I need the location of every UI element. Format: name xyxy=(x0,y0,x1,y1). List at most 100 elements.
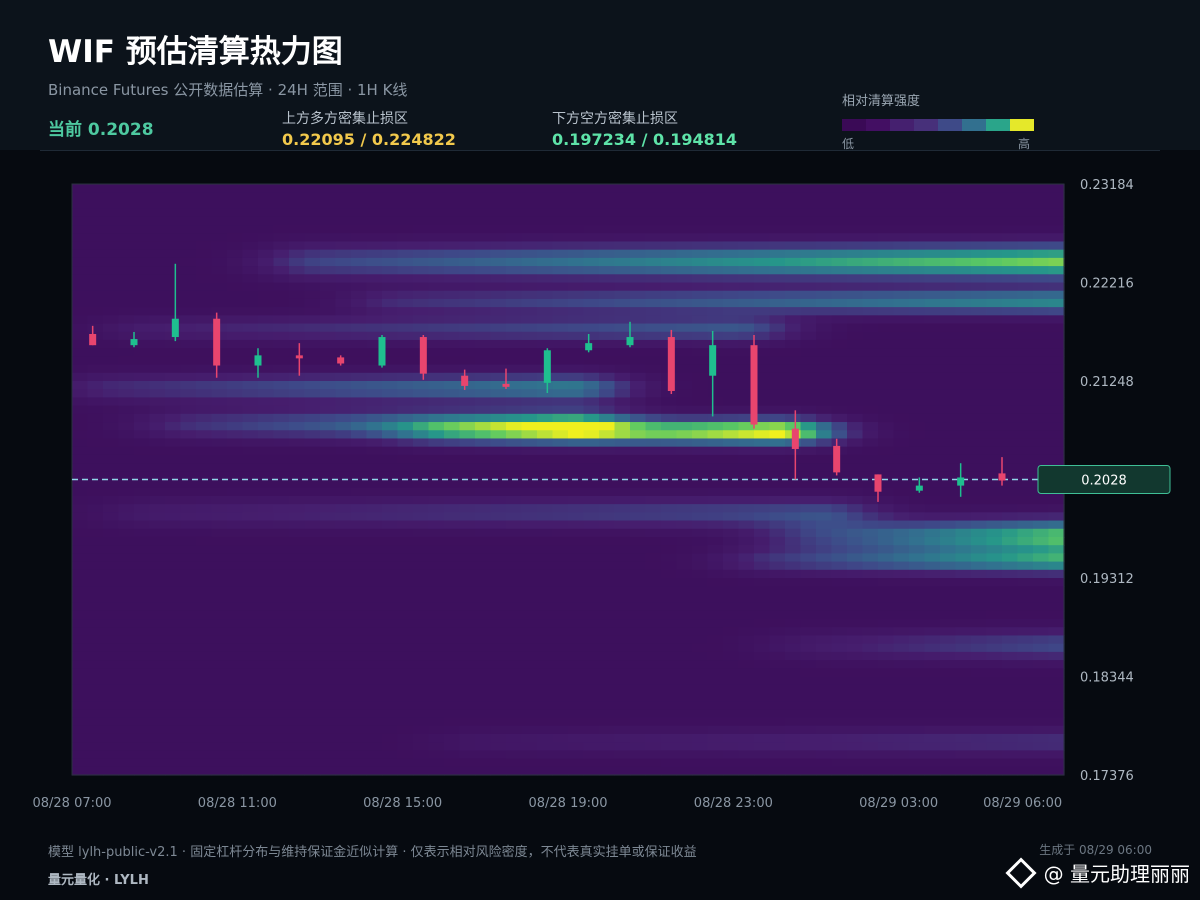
heatmap-cell xyxy=(676,758,693,768)
heatmap-cell xyxy=(413,627,430,637)
heatmap-cell xyxy=(676,643,693,653)
heatmap-cell xyxy=(180,504,197,513)
heatmap-cell xyxy=(831,684,848,694)
heatmap-cell xyxy=(475,225,492,234)
heatmap-cell xyxy=(366,684,383,694)
heatmap-cell xyxy=(196,282,213,292)
heatmap-cell xyxy=(831,389,848,399)
heatmap-cell xyxy=(1048,660,1065,669)
heatmap-cell xyxy=(924,660,941,669)
heatmap-cell xyxy=(661,512,678,522)
heatmap-cell xyxy=(785,298,802,308)
heatmap-cell xyxy=(490,372,507,382)
heatmap-cell xyxy=(738,594,755,604)
heatmap-cell xyxy=(382,676,399,686)
heatmap-cell xyxy=(599,200,616,210)
heatmap-cell xyxy=(320,561,337,571)
heatmap-cell xyxy=(72,381,89,390)
heatmap-cell xyxy=(924,553,941,563)
heatmap-cell xyxy=(382,290,399,300)
heatmap-cell xyxy=(351,257,368,267)
heatmap-cell xyxy=(1002,536,1019,546)
heatmap-cell xyxy=(227,487,244,497)
heatmap-cell xyxy=(242,569,259,579)
heatmap-cell xyxy=(568,463,585,472)
heatmap-cell xyxy=(568,668,585,678)
heatmap-cell xyxy=(289,339,306,349)
heatmap-cell xyxy=(707,241,724,251)
heatmap-cell xyxy=(242,389,259,399)
heatmap-cell xyxy=(165,471,182,481)
heatmap-cell xyxy=(676,208,693,218)
heatmap-cell xyxy=(1002,331,1019,341)
heatmap-cell xyxy=(1002,372,1019,382)
heatmap-cell xyxy=(289,438,306,448)
heatmap-cell xyxy=(475,216,492,226)
heatmap-cell xyxy=(242,274,259,284)
heatmap-cell xyxy=(1017,578,1034,587)
heatmap-cell xyxy=(242,750,259,760)
heatmap-cell xyxy=(831,331,848,341)
heatmap-cell xyxy=(506,422,523,431)
heatmap-cell xyxy=(568,331,585,341)
heatmap-cell xyxy=(258,766,275,776)
heatmap-cell xyxy=(738,192,755,202)
heatmap-cell xyxy=(103,536,120,546)
heatmap-cell xyxy=(165,364,182,374)
heatmap-cell xyxy=(149,643,166,653)
heatmap-cell xyxy=(72,528,89,538)
heatmap-cell xyxy=(180,184,197,193)
heatmap-cell xyxy=(273,225,290,234)
heatmap-cell xyxy=(723,422,740,431)
heatmap-cell xyxy=(72,364,89,374)
heatmap-cell xyxy=(1017,430,1034,440)
heatmap-cell xyxy=(134,454,151,464)
heatmap-cell xyxy=(351,274,368,284)
heatmap-cell xyxy=(444,619,461,628)
heatmap-cell xyxy=(134,766,151,776)
heatmap-cell xyxy=(738,463,755,472)
heatmap-cell xyxy=(227,643,244,653)
heatmap-cell xyxy=(661,413,678,423)
heatmap-cell xyxy=(1002,266,1019,275)
heatmap-cell xyxy=(537,233,554,243)
heatmap-cell xyxy=(661,709,678,719)
heatmap-cell xyxy=(816,643,833,653)
heatmap-cell xyxy=(878,331,895,341)
heatmap-cell xyxy=(273,528,290,538)
heatmap-cell xyxy=(227,372,244,382)
heatmap-cell xyxy=(227,725,244,735)
heatmap-cell xyxy=(878,512,895,522)
heatmap-cell xyxy=(273,709,290,719)
heatmap-cell xyxy=(258,495,275,505)
heatmap-cell xyxy=(1033,413,1050,423)
heatmap-cell xyxy=(490,225,507,234)
heatmap-cell xyxy=(320,766,337,776)
heatmap-cell xyxy=(289,495,306,505)
heatmap-cell xyxy=(661,504,678,513)
heatmap-cell xyxy=(1048,413,1065,423)
heatmap-cell xyxy=(351,684,368,694)
heatmap-cell xyxy=(785,339,802,349)
heatmap-cell xyxy=(335,307,352,316)
heatmap-cell xyxy=(831,701,848,710)
heatmap-cell xyxy=(1048,356,1065,366)
heatmap-cell xyxy=(444,438,461,448)
heatmap-cell xyxy=(831,298,848,308)
heatmap-cell xyxy=(862,307,879,316)
heatmap-cell xyxy=(428,750,445,760)
heatmap-cell xyxy=(986,635,1003,645)
heatmap-cell xyxy=(428,274,445,284)
heatmap-cell xyxy=(273,290,290,300)
heatmap-cell xyxy=(211,651,228,661)
heatmap-cell xyxy=(227,225,244,234)
heatmap-cell xyxy=(382,364,399,374)
heatmap-cell xyxy=(397,504,414,513)
heatmap-cell xyxy=(397,692,414,702)
heatmap-cell xyxy=(645,274,662,284)
heatmap-cell xyxy=(661,446,678,456)
heatmap-cell xyxy=(862,274,879,284)
heatmap-cell xyxy=(506,430,523,440)
heatmap-cell xyxy=(490,422,507,431)
heatmap-cell xyxy=(180,233,197,243)
